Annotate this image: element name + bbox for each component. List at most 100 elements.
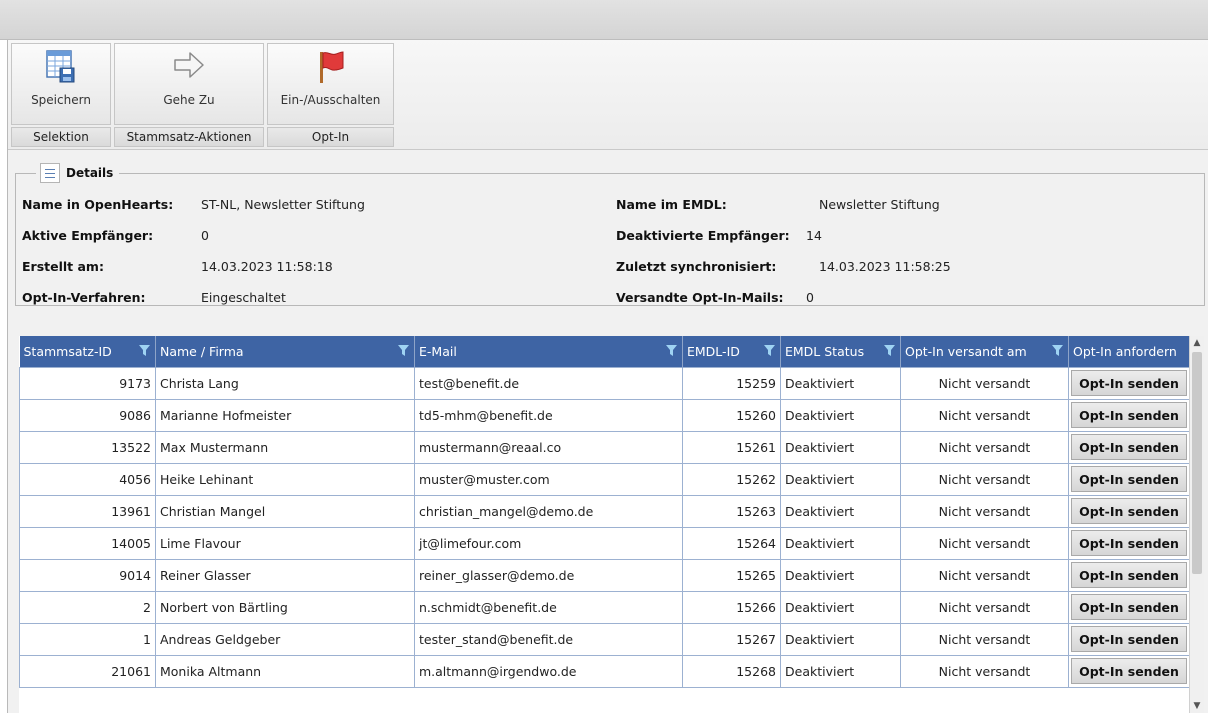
table-row[interactable]: 9086 Marianne Hofmeister td5-mhm@benefit.d…	[19, 398, 1189, 432]
recipients-grid: Stammsatz-ID Name / Firma E-Mail EMDL-ID…	[19, 336, 1189, 713]
cell-emdl-id: 15262	[682, 462, 781, 496]
cell-emdl-id: 15263	[682, 494, 781, 528]
toggle-opt-in-label: Ein-/Ausschalten	[280, 93, 381, 107]
cell-opt-in-request: Opt-In senden	[1068, 462, 1189, 496]
cell-name: Monika Altmann	[155, 654, 415, 688]
cell-name: Max Mustermann	[155, 430, 415, 464]
arrow-right-icon	[172, 50, 206, 83]
cell-emdl-status: Deaktiviert	[780, 398, 901, 432]
column-header-label: Opt-In anfordern	[1073, 343, 1177, 359]
cell-opt-in-sent: Nicht versandt	[900, 654, 1069, 688]
cell-emdl-status: Deaktiviert	[780, 654, 901, 688]
ribbon-group-opt-in: Ein-/Ausschalten Opt-In	[267, 43, 394, 147]
send-opt-in-button[interactable]: Opt-In senden	[1071, 594, 1187, 620]
cell-stammsatz-id: 21061	[19, 654, 156, 688]
column-header-opt-in-sent[interactable]: Opt-In versandt am	[900, 336, 1069, 367]
cell-email: td5-mhm@benefit.de	[414, 398, 683, 432]
save-button[interactable]: Speichern	[11, 43, 111, 125]
cell-name: Lime Flavour	[155, 526, 415, 560]
cell-opt-in-sent: Nicht versandt	[900, 526, 1069, 560]
cell-emdl-id: 15265	[682, 558, 781, 592]
column-header-label: E-Mail	[419, 343, 457, 359]
detail-value: ST-NL, Newsletter Stiftung	[201, 197, 365, 212]
column-header-emdl-status[interactable]: EMDL Status	[780, 336, 901, 367]
send-opt-in-button[interactable]: Opt-In senden	[1071, 466, 1187, 492]
cell-email: tester_stand@benefit.de	[414, 622, 683, 656]
detail-label: Zuletzt synchronisiert:	[616, 259, 777, 274]
ribbon-group-stammsatz-aktionen: Gehe Zu Stammsatz-Aktionen	[114, 43, 264, 147]
cell-emdl-status: Deaktiviert	[780, 590, 901, 624]
cell-email: jt@limefour.com	[414, 526, 683, 560]
send-opt-in-button[interactable]: Opt-In senden	[1071, 434, 1187, 460]
main-frame: Speichern Selektion Gehe Zu Stammsatz-Ak…	[7, 40, 1208, 713]
column-header-email[interactable]: E-Mail	[414, 336, 683, 367]
scroll-thumb[interactable]	[1192, 352, 1202, 574]
goto-button[interactable]: Gehe Zu	[114, 43, 264, 125]
detail-value: Newsletter Stiftung	[819, 197, 940, 212]
cell-email: reiner_glasser@demo.de	[414, 558, 683, 592]
send-opt-in-button[interactable]: Opt-In senden	[1071, 370, 1187, 396]
filter-icon[interactable]	[884, 345, 895, 356]
filter-icon[interactable]	[764, 345, 775, 356]
send-opt-in-button[interactable]: Opt-In senden	[1071, 498, 1187, 524]
cell-emdl-status: Deaktiviert	[780, 366, 901, 400]
table-row[interactable]: 14005 Lime Flavour jt@limefour.com 15264 Dea…	[19, 526, 1189, 560]
cell-stammsatz-id: 2	[19, 590, 156, 624]
scroll-down-icon[interactable]: ▼	[1192, 700, 1202, 712]
send-opt-in-button[interactable]: Opt-In senden	[1071, 658, 1187, 684]
vertical-scrollbar[interactable]: ▲ ▼	[1189, 336, 1204, 713]
send-opt-in-button[interactable]: Opt-In senden	[1071, 530, 1187, 556]
cell-opt-in-sent: Nicht versandt	[900, 366, 1069, 400]
column-header-label: EMDL Status	[785, 343, 865, 359]
table-row[interactable]: 13522 Max Mustermann mustermann@reaal.co 15…	[19, 430, 1189, 464]
detail-value: 14.03.2023 11:58:25	[819, 259, 951, 274]
column-header-label: EMDL-ID	[687, 343, 740, 359]
column-header-emdl-id[interactable]: EMDL-ID	[682, 336, 781, 367]
send-opt-in-button[interactable]: Opt-In senden	[1071, 562, 1187, 588]
list-icon	[40, 163, 60, 183]
column-header-stammsatz-id[interactable]: Stammsatz-ID	[19, 336, 156, 367]
filter-icon[interactable]	[666, 345, 677, 356]
table-row[interactable]: 9014 Reiner Glasser reiner_glasser@demo.de…	[19, 558, 1189, 592]
toggle-opt-in-button[interactable]: Ein-/Ausschalten	[267, 43, 394, 125]
table-row[interactable]: 4056 Heike Lehinant muster@muster.com 15262…	[19, 462, 1189, 496]
cell-stammsatz-id: 9014	[19, 558, 156, 592]
detail-value: 14	[806, 228, 822, 243]
cell-name: Marianne Hofmeister	[155, 398, 415, 432]
scroll-up-icon[interactable]: ▲	[1192, 337, 1202, 349]
send-opt-in-button[interactable]: Opt-In senden	[1071, 402, 1187, 428]
detail-value: 0	[806, 290, 814, 305]
detail-value: Eingeschaltet	[201, 290, 286, 305]
cell-name: Christa Lang	[155, 366, 415, 400]
send-opt-in-button[interactable]: Opt-In senden	[1071, 626, 1187, 652]
table-row[interactable]: 13961 Christian Mangel christian_mangel@de…	[19, 494, 1189, 528]
recipients-table: Stammsatz-ID Name / Firma E-Mail EMDL-ID…	[19, 336, 1189, 688]
cell-opt-in-request: Opt-In senden	[1068, 494, 1189, 528]
table-header-row: Stammsatz-ID Name / Firma E-Mail EMDL-ID…	[19, 336, 1189, 367]
table-row[interactable]: 1 Andreas Geldgeber tester_stand@benefit.d…	[19, 622, 1189, 656]
filter-icon[interactable]	[1052, 345, 1063, 356]
column-header-opt-in-request[interactable]: Opt-In anfordern	[1068, 336, 1189, 367]
title-bar	[0, 0, 1208, 40]
cell-stammsatz-id: 9173	[19, 366, 156, 400]
table-row[interactable]: 2 Norbert von Bärtling n.schmidt@benefit.d…	[19, 590, 1189, 624]
cell-opt-in-request: Opt-In senden	[1068, 366, 1189, 400]
cell-email: muster@muster.com	[414, 462, 683, 496]
table-row[interactable]: 21061 Monika Altmann m.altmann@irgendwo.de…	[19, 654, 1189, 688]
cell-opt-in-sent: Nicht versandt	[900, 398, 1069, 432]
table-row[interactable]: 9173 Christa Lang test@benefit.de 15259 Deak…	[19, 366, 1189, 400]
column-header-name[interactable]: Name / Firma	[155, 336, 415, 367]
cell-emdl-id: 15261	[682, 430, 781, 464]
cell-opt-in-request: Opt-In senden	[1068, 622, 1189, 656]
cell-name: Reiner Glasser	[155, 558, 415, 592]
column-header-label: Name / Firma	[160, 343, 244, 359]
cell-opt-in-sent: Nicht versandt	[900, 590, 1069, 624]
filter-icon[interactable]	[139, 345, 150, 356]
cell-opt-in-sent: Nicht versandt	[900, 462, 1069, 496]
save-button-label: Speichern	[31, 93, 91, 107]
detail-label: Erstellt am:	[22, 259, 104, 274]
table-body: 9173 Christa Lang test@benefit.de 15259 Deak…	[19, 366, 1189, 688]
cell-emdl-status: Deaktiviert	[780, 526, 901, 560]
filter-icon[interactable]	[398, 345, 409, 356]
ribbon-group-label: Opt-In	[267, 127, 394, 147]
